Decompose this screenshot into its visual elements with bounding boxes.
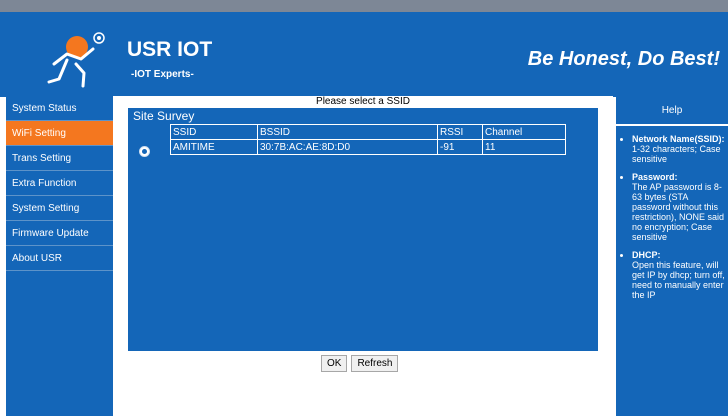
cell-ssid: AMITIME [170,139,258,155]
sidebar-item-system-status[interactable]: System Status [6,96,113,121]
help-item-dhcp: DHCP: Open this feature, will get IP by … [632,250,728,300]
usr-logo-icon [47,32,105,88]
sidebar-item-system-setting[interactable]: System Setting [6,196,113,221]
sidebar: System Status WiFi Setting Trans Setting… [6,96,113,416]
brand-title: USR IOT [127,38,213,61]
site-survey-panel: Site Survey SSID BSSID RSSI Channel AMIT… [128,108,598,351]
help-desc: 1-32 characters; Case sensitive [632,144,721,164]
cell-channel: 11 [482,139,566,155]
column-header-channel: Channel [482,124,566,140]
action-buttons: OK Refresh [321,355,399,372]
cell-rssi: -91 [437,139,483,155]
top-strip [0,0,728,12]
refresh-button[interactable]: Refresh [351,355,399,372]
column-header-ssid: SSID [170,124,258,140]
help-desc: Open this feature, will get IP by dhcp; … [632,260,725,300]
sidebar-item-wifi-setting[interactable]: WiFi Setting [6,121,113,146]
slogan: Be Honest, Do Best! [527,48,720,70]
help-term: Network Name(SSID): [632,134,725,144]
help-item-password: Password: The AP password is 8-63 bytes … [632,172,728,242]
column-header-bssid: BSSID [257,124,438,140]
help-panel: Help Network Name(SSID): 1-32 characters… [616,96,728,416]
help-desc: The AP password is 8-63 bytes (STA passw… [632,182,725,242]
table-header-row: SSID BSSID RSSI Channel [170,124,566,140]
help-term: DHCP: [632,250,661,260]
column-header-rssi: RSSI [437,124,483,140]
help-item-ssid: Network Name(SSID): 1-32 characters; Cas… [632,134,728,164]
ok-button[interactable]: OK [321,355,348,372]
panel-title: Site Survey [133,109,195,123]
sidebar-item-extra-function[interactable]: Extra Function [6,171,113,196]
main-content: Please select a SSID Site Survey SSID BS… [113,96,613,416]
sidebar-item-trans-setting[interactable]: Trans Setting [6,146,113,171]
help-term: Password: [632,172,678,182]
site-survey-table: SSID BSSID RSSI Channel AMITIME 30:7B:AC… [170,124,566,155]
help-list: Network Name(SSID): 1-32 characters; Cas… [616,134,728,300]
help-title: Help [616,96,728,126]
table-row[interactable]: AMITIME 30:7B:AC:AE:8D:D0 -91 11 [170,139,566,155]
header-banner: USR IOT -IOT Experts- Be Honest, Do Best… [0,12,728,97]
select-ssid-prompt: Please select a SSID [316,96,410,107]
cell-bssid: 30:7B:AC:AE:8D:D0 [257,139,438,155]
sidebar-item-about-usr[interactable]: About USR [6,246,113,271]
brand-subtitle: -IOT Experts- [131,69,194,80]
sidebar-item-firmware-update[interactable]: Firmware Update [6,221,113,246]
ssid-select-radio[interactable] [139,146,150,157]
